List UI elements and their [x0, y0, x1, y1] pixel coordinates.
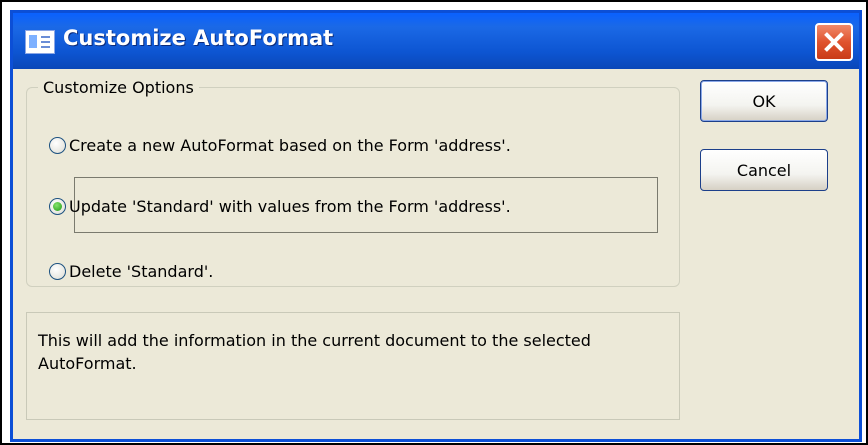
radio-delete-standard[interactable]	[49, 263, 66, 280]
dialog-title: Customize AutoFormat	[63, 26, 334, 50]
title-bar[interactable]: Customize AutoFormat	[13, 13, 859, 69]
option-update-standard-label: Update 'Standard' with values from the F…	[69, 197, 511, 216]
radio-update-standard[interactable]	[49, 198, 66, 215]
option-delete-standard-label: Delete 'Standard'.	[69, 262, 214, 281]
form-icon	[25, 30, 55, 54]
cancel-button[interactable]: Cancel	[700, 149, 828, 191]
radio-create-new[interactable]	[49, 137, 66, 154]
customize-options-legend: Customize Options	[38, 78, 199, 97]
description-text: This will add the information in the cur…	[38, 331, 591, 373]
option-delete-standard[interactable]: Delete 'Standard'.	[49, 262, 213, 281]
option-create-new-label: Create a new AutoFormat based on the For…	[69, 136, 511, 155]
ok-button[interactable]: OK	[700, 80, 828, 122]
close-icon[interactable]	[815, 23, 853, 61]
option-update-standard[interactable]: Update 'Standard' with values from the F…	[49, 197, 511, 216]
option-create-new[interactable]: Create a new AutoFormat based on the For…	[49, 136, 511, 155]
